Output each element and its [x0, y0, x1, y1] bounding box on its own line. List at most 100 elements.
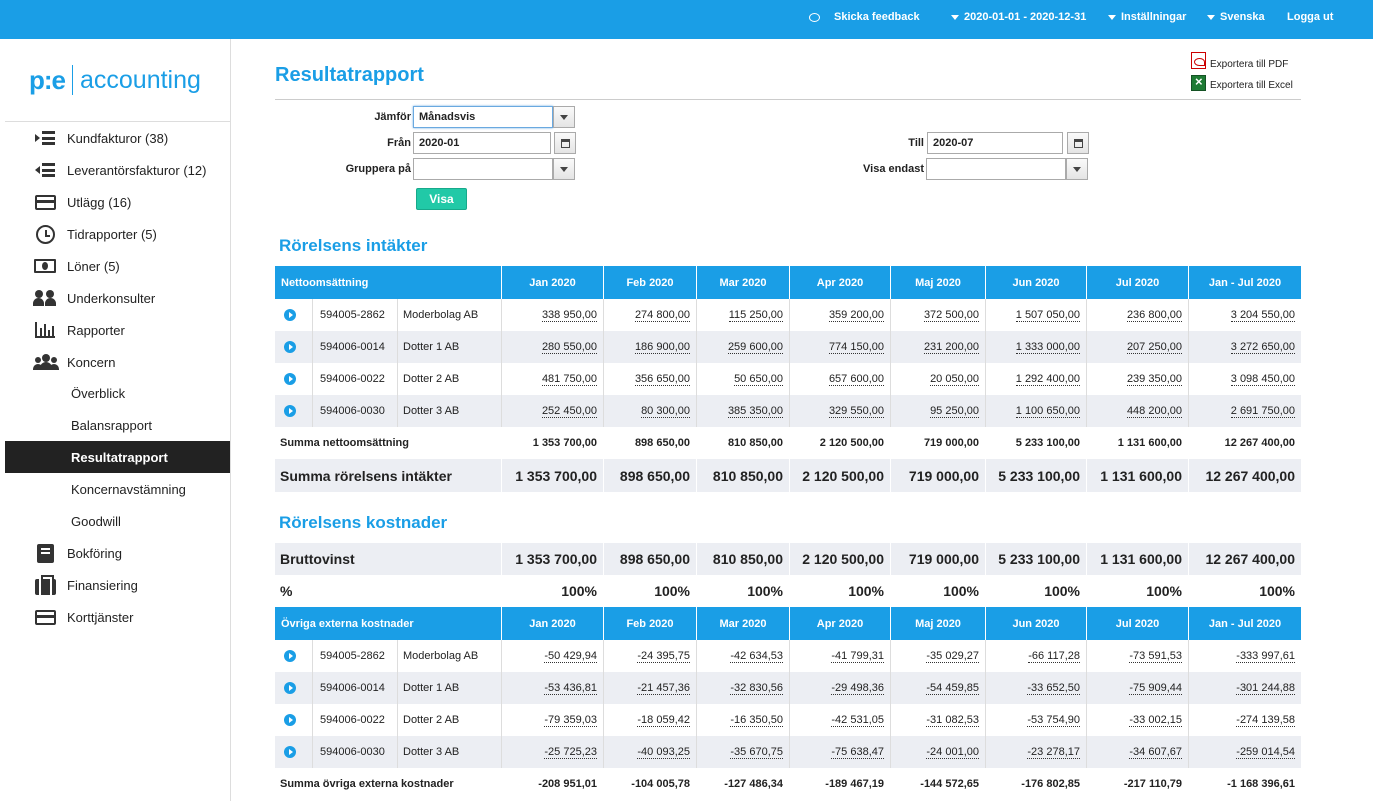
amount-link[interactable]: -16 350,50 — [730, 714, 783, 727]
amount-link[interactable]: -53 436,81 — [544, 682, 597, 695]
language-dropdown[interactable]: Svenska — [1207, 11, 1265, 23]
amount-link[interactable]: -23 278,17 — [1027, 746, 1080, 759]
amount-link[interactable]: 1 507 050,00 — [1015, 309, 1080, 322]
amount-link[interactable]: -33 652,50 — [1027, 682, 1080, 695]
expand-row-button[interactable] — [275, 395, 312, 427]
column-header[interactable]: Feb 2020 — [603, 266, 696, 299]
amount-link[interactable]: -75 638,47 — [831, 746, 884, 759]
amount-link[interactable]: -24 001,00 — [926, 746, 979, 759]
expand-row-button[interactable] — [275, 363, 312, 395]
amount-link[interactable]: 3 098 450,00 — [1230, 373, 1295, 386]
sidebar-item-finansiering[interactable]: Finansiering — [5, 569, 230, 601]
amount-link[interactable]: 372 500,00 — [923, 309, 979, 322]
column-header[interactable]: Jan - Jul 2020 — [1188, 607, 1301, 640]
logout-link[interactable]: Logga ut — [1287, 11, 1333, 23]
amount-link[interactable]: -29 498,36 — [831, 682, 884, 695]
amount-link[interactable]: 274 800,00 — [634, 309, 690, 322]
group-by-dropdown-button[interactable] — [553, 158, 575, 180]
amount-link[interactable]: 280 550,00 — [541, 341, 597, 354]
sidebar-item-tidrapporter[interactable]: Tidrapporter (5) — [5, 218, 230, 250]
column-header[interactable]: Feb 2020 — [603, 607, 696, 640]
amount-link[interactable]: -31 082,53 — [926, 714, 979, 727]
compare-dropdown-button[interactable] — [553, 106, 575, 128]
amount-link[interactable]: 236 800,00 — [1126, 309, 1182, 322]
amount-link[interactable]: -41 799,31 — [831, 650, 884, 663]
amount-link[interactable]: -35 670,75 — [730, 746, 783, 759]
amount-link[interactable]: 3 204 550,00 — [1230, 309, 1295, 322]
column-header[interactable]: Jan - Jul 2020 — [1188, 266, 1301, 299]
export-pdf-link[interactable]: Exportera till PDF — [1191, 51, 1288, 70]
amount-link[interactable]: -32 830,56 — [730, 682, 783, 695]
amount-link[interactable]: 115 250,00 — [728, 309, 783, 322]
sidebar-subitem-resultatrapport[interactable]: Resultatrapport — [5, 441, 230, 473]
amount-link[interactable]: -259 014,54 — [1236, 746, 1295, 759]
sidebar-subitem-koncernavstamning[interactable]: Koncernavstämning — [5, 473, 230, 505]
sidebar-item-kundfakturor[interactable]: Kundfakturor (38) — [5, 122, 230, 154]
expand-row-button[interactable] — [275, 736, 312, 768]
amount-link[interactable]: 239 350,00 — [1126, 373, 1182, 386]
to-input[interactable]: 2020-07 — [927, 132, 1063, 154]
expand-row-button[interactable] — [275, 704, 312, 736]
sidebar-subitem-balansrapport[interactable]: Balansrapport — [5, 409, 230, 441]
column-header[interactable]: Maj 2020 — [890, 266, 985, 299]
column-header[interactable]: Jan 2020 — [501, 607, 603, 640]
amount-link[interactable]: 774 150,00 — [828, 341, 884, 354]
sidebar-item-underkonsulter[interactable]: Underkonsulter — [5, 282, 230, 314]
amount-link[interactable]: -40 093,25 — [637, 746, 690, 759]
from-calendar-button[interactable] — [554, 132, 576, 154]
amount-link[interactable]: -301 244,88 — [1236, 682, 1295, 695]
sidebar-item-bokforing[interactable]: Bokföring — [5, 537, 230, 569]
amount-link[interactable]: 252 450,00 — [541, 405, 597, 418]
sidebar-item-korttjanster[interactable]: Korttjänster — [5, 601, 230, 633]
amount-link[interactable]: -21 457,36 — [637, 682, 690, 695]
show-only-dropdown-button[interactable] — [1066, 158, 1088, 180]
sidebar-subitem-goodwill[interactable]: Goodwill — [5, 505, 230, 537]
column-header[interactable]: Jul 2020 — [1086, 607, 1188, 640]
expand-row-button[interactable] — [275, 672, 312, 704]
amount-link[interactable]: -79 359,03 — [544, 714, 597, 727]
expand-row-button[interactable] — [275, 299, 312, 331]
column-header[interactable]: Jun 2020 — [985, 607, 1086, 640]
column-header[interactable]: Maj 2020 — [890, 607, 985, 640]
column-header[interactable]: Apr 2020 — [789, 266, 890, 299]
amount-link[interactable]: -42 531,05 — [831, 714, 884, 727]
amount-link[interactable]: -25 725,23 — [544, 746, 597, 759]
amount-link[interactable]: -274 139,58 — [1236, 714, 1295, 727]
amount-link[interactable]: 338 950,00 — [541, 309, 597, 322]
column-header[interactable]: Mar 2020 — [696, 607, 789, 640]
amount-link[interactable]: 1 100 650,00 — [1015, 405, 1080, 418]
column-header[interactable]: Jul 2020 — [1086, 266, 1188, 299]
amount-link[interactable]: 50 650,00 — [734, 373, 783, 386]
column-header[interactable]: Mar 2020 — [696, 266, 789, 299]
amount-link[interactable]: 20 050,00 — [930, 373, 979, 386]
amount-link[interactable]: 359 200,00 — [828, 309, 884, 322]
expand-row-button[interactable] — [275, 331, 312, 363]
sidebar-item-koncern[interactable]: Koncern — [5, 346, 230, 378]
amount-link[interactable]: 231 200,00 — [923, 341, 979, 354]
amount-link[interactable]: 95 250,00 — [930, 405, 979, 418]
sidebar-subitem-overblick[interactable]: Överblick — [5, 377, 230, 409]
amount-link[interactable]: -53 754,90 — [1027, 714, 1080, 727]
amount-link[interactable]: -54 459,85 — [926, 682, 979, 695]
amount-link[interactable]: 80 300,00 — [641, 405, 690, 418]
from-input[interactable]: 2020-01 — [413, 132, 551, 154]
compare-select[interactable]: Månadsvis — [413, 106, 553, 128]
amount-link[interactable]: -18 059,42 — [637, 714, 690, 727]
logo[interactable]: p:e accounting — [29, 64, 201, 96]
amount-link[interactable]: -24 395,75 — [637, 650, 690, 663]
group-by-select[interactable] — [413, 158, 553, 180]
show-button[interactable]: Visa — [416, 188, 467, 210]
amount-link[interactable]: 481 750,00 — [541, 373, 597, 386]
column-header[interactable]: Jan 2020 — [501, 266, 603, 299]
amount-link[interactable]: 2 691 750,00 — [1230, 405, 1295, 418]
column-header[interactable]: Jun 2020 — [985, 266, 1086, 299]
sidebar-item-loner[interactable]: Löner (5) — [5, 250, 230, 282]
amount-link[interactable]: 448 200,00 — [1126, 405, 1182, 418]
amount-link[interactable]: 356 650,00 — [634, 373, 690, 386]
amount-link[interactable]: 1 292 400,00 — [1015, 373, 1080, 386]
period-dropdown[interactable]: 2020-01-01 - 2020-12-31 — [951, 11, 1086, 23]
amount-link[interactable]: -75 909,44 — [1129, 682, 1182, 695]
amount-link[interactable]: 385 350,00 — [727, 405, 783, 418]
amount-link[interactable]: 329 550,00 — [828, 405, 884, 418]
amount-link[interactable]: 259 600,00 — [727, 341, 783, 354]
